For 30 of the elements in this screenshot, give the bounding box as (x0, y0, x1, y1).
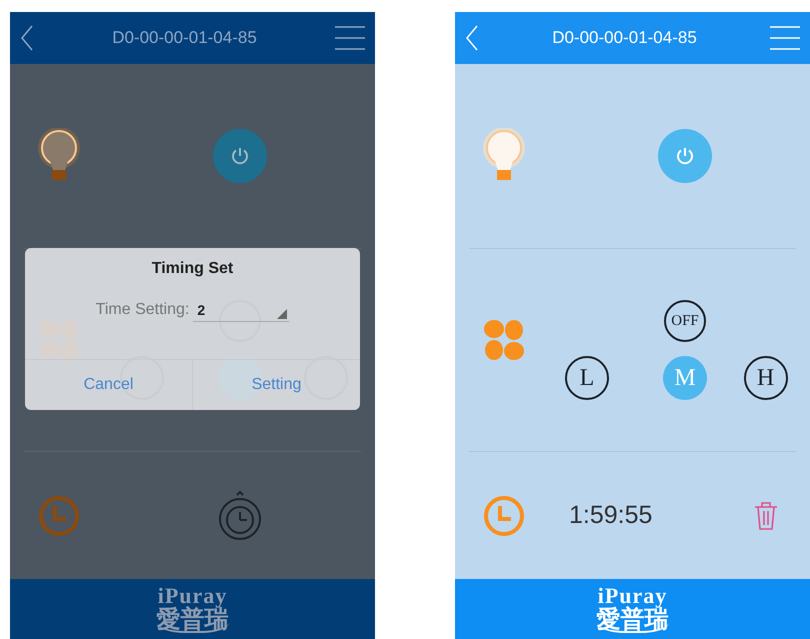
time-setting-label: Time Setting: (96, 301, 190, 319)
logo-text: iPuray (598, 585, 668, 607)
delete-button[interactable] (754, 500, 778, 530)
power-button[interactable] (658, 129, 712, 183)
time-dropdown[interactable]: 2 (193, 298, 290, 322)
menu-icon (770, 25, 800, 51)
logo-text: iPuray (158, 585, 228, 607)
back-button[interactable] (20, 24, 34, 52)
clock-icon (483, 494, 525, 536)
off-button[interactable]: OFF (664, 300, 706, 342)
stopwatch-button[interactable] (217, 490, 263, 540)
logo-chinese-text: 愛普瑞 (596, 607, 668, 633)
device-id-title: D0-00-00-01-04-85 (112, 28, 257, 48)
menu-button[interactable] (335, 25, 365, 51)
device-id-title: D0-00-00-01-04-85 (552, 28, 697, 48)
countdown-time: 1:59:55 (568, 501, 652, 530)
menu-icon (335, 25, 365, 51)
clock-icon (38, 494, 80, 536)
chevron-left-icon (465, 24, 479, 52)
fan-speed-button[interactable]: L (565, 356, 609, 400)
power-button[interactable] (213, 129, 267, 183)
chevron-left-icon (20, 24, 34, 52)
fan-speed-button[interactable]: H (744, 356, 788, 400)
dialog-title: Timing Set (150, 260, 234, 278)
power-icon (230, 146, 250, 166)
logo-chinese-text: 愛普瑞 (156, 607, 228, 633)
dropdown-corner-icon (277, 309, 288, 319)
trash-icon (754, 500, 778, 530)
stopwatch-icon (217, 490, 263, 540)
power-icon (675, 146, 695, 166)
